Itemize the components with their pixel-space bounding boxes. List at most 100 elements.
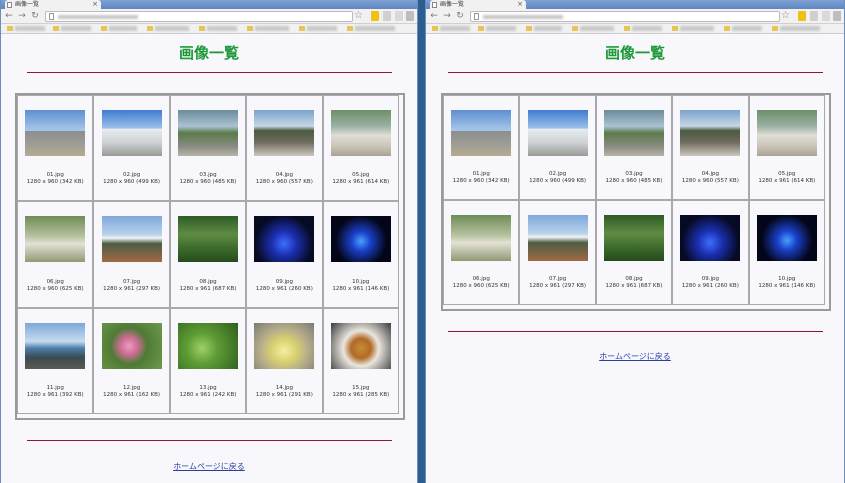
address-bar[interactable]	[45, 11, 353, 22]
image-info: 1280 x 961 (162 KB)	[103, 391, 161, 398]
image-gallery: 01.jpg 1280 x 960 (342 KB) 02.jpg 1280 x 96…	[441, 93, 831, 311]
image-thumbnail[interactable]	[330, 322, 391, 369]
bottom-rule	[27, 440, 392, 441]
folder-icon[interactable]	[101, 26, 107, 31]
folder-icon[interactable]	[478, 26, 484, 31]
back-icon[interactable]: ←	[4, 11, 14, 22]
image-thumbnail[interactable]	[756, 110, 817, 156]
image-thumbnail[interactable]	[177, 322, 238, 369]
image-thumbnail[interactable]	[680, 110, 741, 156]
image-thumbnail[interactable]	[603, 215, 664, 261]
folder-icon[interactable]	[347, 26, 353, 31]
browser-tab[interactable]: 画像一覧 ×	[5, 0, 101, 9]
image-thumbnail[interactable]	[680, 215, 741, 261]
image-filename: 04.jpg	[701, 171, 720, 177]
home-link[interactable]: ホームページに戻る	[1, 461, 417, 472]
browser-window-right: 画像一覧 × ← → ↻ ☆ 画像一覧 01.jpg 1280 x 960 (34…	[425, 0, 845, 483]
image-thumbnail[interactable]	[603, 110, 664, 156]
gallery-cell: 08.jpg 1280 x 961 (687 KB)	[595, 200, 673, 305]
image-thumbnail[interactable]	[451, 110, 512, 156]
star-icon[interactable]: ☆	[354, 10, 363, 21]
folder-icon[interactable]	[53, 26, 59, 31]
image-thumbnail[interactable]	[101, 322, 162, 369]
extension-icon[interactable]	[822, 11, 830, 21]
gallery-cell: 06.jpg 1280 x 960 (625 KB)	[17, 201, 94, 308]
folder-icon[interactable]	[724, 26, 730, 31]
image-thumbnail[interactable]	[25, 216, 86, 263]
extension-icon[interactable]	[383, 11, 391, 21]
browser-toolbar: ← → ↻ ☆	[1, 9, 417, 24]
menu-icon[interactable]	[833, 11, 841, 21]
extension-icon[interactable]	[395, 11, 403, 21]
gallery-cell: 05.jpg 1280 x 961 (614 KB)	[322, 95, 399, 202]
browser-tab[interactable]: 画像一覧 ×	[430, 0, 526, 9]
image-info: 1280 x 960 (625 KB)	[452, 283, 510, 289]
page-icon	[7, 2, 12, 8]
image-thumbnail[interactable]	[25, 322, 86, 369]
image-thumbnail[interactable]	[101, 216, 162, 263]
gallery-cell: 10.jpg 1280 x 961 (146 KB)	[322, 201, 399, 308]
image-thumbnail[interactable]	[756, 215, 817, 261]
tab-strip: 画像一覧 ×	[1, 0, 417, 9]
gallery-cell: 02.jpg 1280 x 960 (499 KB)	[93, 95, 170, 202]
home-link[interactable]: ホームページに戻る	[426, 351, 844, 362]
image-info: 1280 x 961 (260 KB)	[681, 283, 739, 289]
image-info: 1280 x 960 (499 KB)	[529, 178, 587, 184]
image-thumbnail[interactable]	[330, 216, 391, 263]
image-filename: 15.jpg	[352, 384, 370, 391]
forward-icon[interactable]: →	[442, 11, 452, 22]
folder-icon[interactable]	[247, 26, 253, 31]
folder-icon[interactable]	[624, 26, 630, 31]
image-info: 1280 x 961 (687 KB)	[179, 285, 237, 292]
image-info: 1280 x 961 (687 KB)	[605, 283, 663, 289]
folder-icon[interactable]	[526, 26, 532, 31]
image-thumbnail[interactable]	[177, 110, 238, 156]
image-filename: 07.jpg	[548, 276, 567, 282]
folder-icon[interactable]	[432, 26, 438, 31]
folder-icon[interactable]	[147, 26, 153, 31]
image-filename: 01.jpg	[472, 171, 490, 177]
address-text	[483, 15, 563, 19]
folder-icon[interactable]	[299, 26, 305, 31]
image-filename: 13.jpg	[199, 384, 217, 391]
gallery-cell: 12.jpg 1280 x 961 (162 KB)	[93, 307, 170, 414]
image-info: 1280 x 960 (557 KB)	[255, 179, 313, 186]
folder-icon[interactable]	[672, 26, 678, 31]
image-thumbnail[interactable]	[25, 110, 86, 156]
close-icon[interactable]: ×	[92, 0, 98, 9]
gallery-cell: 03.jpg 1280 x 960 (485 KB)	[169, 95, 247, 202]
extension-icon[interactable]	[810, 11, 818, 21]
address-bar[interactable]	[470, 11, 780, 22]
folder-icon[interactable]	[572, 26, 578, 31]
image-thumbnail[interactable]	[451, 215, 512, 261]
image-thumbnail[interactable]	[330, 110, 391, 156]
menu-icon[interactable]	[406, 11, 414, 21]
forward-icon[interactable]: →	[17, 11, 27, 22]
reload-icon[interactable]: ↻	[30, 11, 40, 22]
back-icon[interactable]: ←	[429, 11, 439, 22]
image-info: 1280 x 961 (392 KB)	[26, 391, 84, 398]
image-filename: 06.jpg	[46, 278, 64, 285]
image-thumbnail[interactable]	[101, 110, 162, 156]
gallery-cell: 07.jpg 1280 x 961 (297 KB)	[519, 200, 596, 305]
tab-strip: 画像一覧 ×	[426, 0, 844, 9]
folder-icon[interactable]	[7, 26, 13, 31]
image-thumbnail[interactable]	[254, 216, 315, 263]
image-info: 1280 x 960 (342 KB)	[26, 179, 84, 186]
reload-icon[interactable]: ↻	[455, 11, 465, 22]
image-thumbnail[interactable]	[527, 110, 588, 156]
bookmarks-bar	[1, 24, 417, 34]
folder-icon[interactable]	[199, 26, 205, 31]
image-gallery: 01.jpg 1280 x 960 (342 KB) 02.jpg 1280 x 96…	[15, 93, 405, 420]
image-thumbnail[interactable]	[254, 322, 315, 369]
image-thumbnail[interactable]	[177, 216, 238, 263]
image-thumbnail[interactable]	[527, 215, 588, 261]
image-thumbnail[interactable]	[254, 110, 315, 156]
close-icon[interactable]: ×	[517, 0, 523, 9]
folder-icon[interactable]	[772, 26, 778, 31]
gallery-cell: 15.jpg 1280 x 961 (285 KB)	[322, 307, 399, 414]
extension-icon[interactable]	[798, 11, 806, 21]
page-icon	[49, 13, 54, 20]
extension-icon[interactable]	[371, 11, 379, 21]
star-icon[interactable]: ☆	[781, 10, 790, 21]
